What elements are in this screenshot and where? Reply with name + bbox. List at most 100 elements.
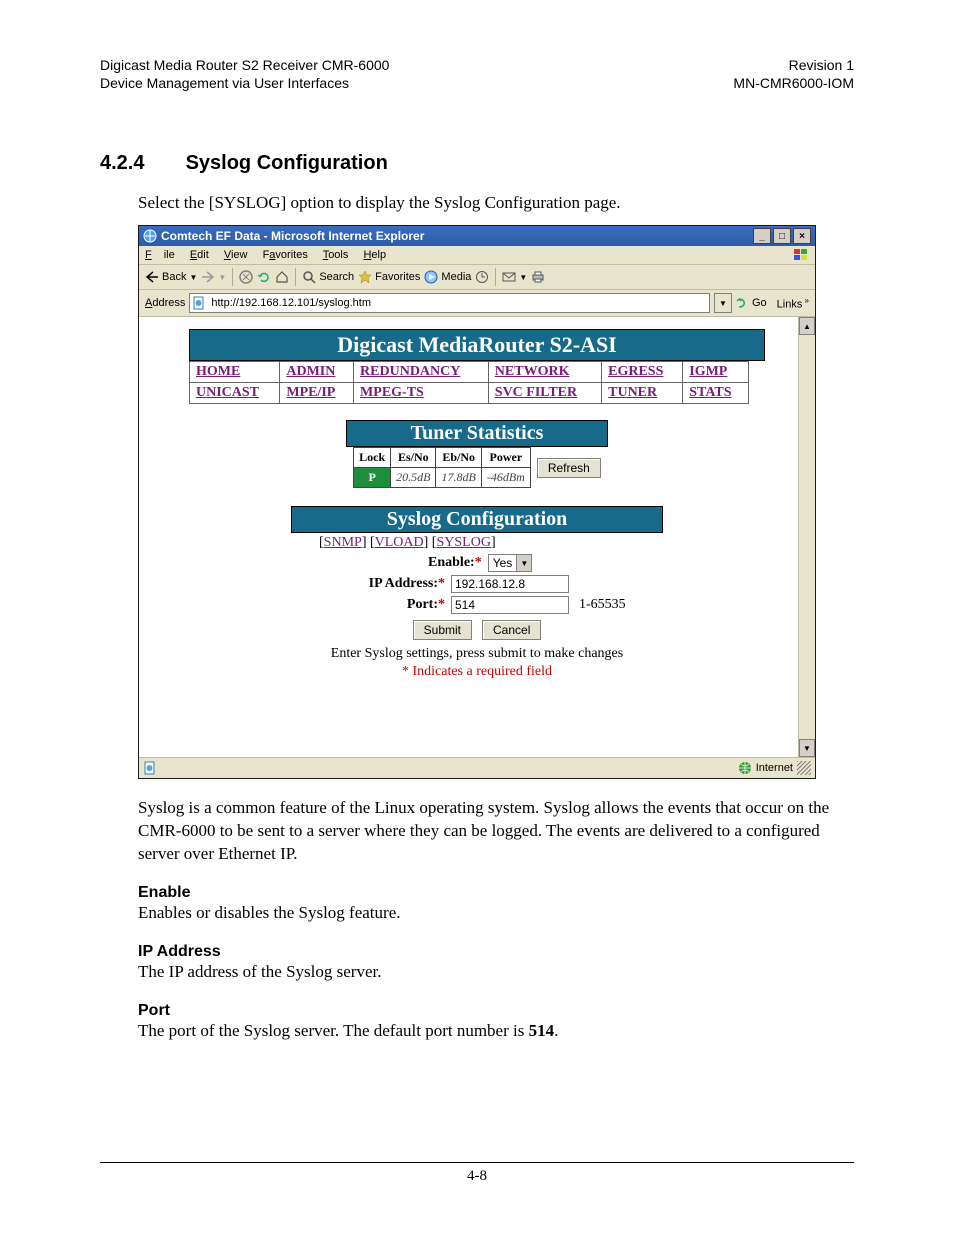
- ip-label: IP Address:*: [285, 576, 445, 592]
- address-input[interactable]: [209, 296, 707, 310]
- submit-button[interactable]: Submit: [413, 620, 472, 640]
- nav-tuner[interactable]: TUNER: [608, 385, 657, 400]
- go-icon: [736, 296, 750, 310]
- maximize-button[interactable]: □: [773, 228, 791, 244]
- nav-mpeip[interactable]: MPE/IP: [286, 385, 335, 400]
- mail-icon: [502, 271, 516, 283]
- col-lock: Lock: [354, 448, 391, 468]
- nav-svcfilter[interactable]: SVC FILTER: [495, 385, 577, 400]
- nav-network[interactable]: NETWORK: [495, 364, 570, 379]
- titlebar: Comtech EF Data - Microsoft Internet Exp…: [139, 226, 815, 246]
- toolbar: Back ▼ ▼ Search: [139, 265, 815, 290]
- scroll-up-icon[interactable]: ▲: [799, 317, 815, 335]
- nav-igmp[interactable]: IGMP: [689, 364, 727, 379]
- webpage-title: Digicast MediaRouter S2-ASI: [189, 329, 765, 361]
- minimize-button[interactable]: _: [753, 228, 771, 244]
- paragraph-ip: The IP address of the Syslog server.: [138, 961, 854, 984]
- menubar: File Edit View Favorites Tools Help: [139, 246, 815, 265]
- chevron-down-icon: ▼: [519, 273, 527, 282]
- col-ebno: Eb/No: [436, 448, 481, 468]
- col-esno: Es/No: [391, 448, 436, 468]
- page-icon: [143, 761, 157, 775]
- forward-button[interactable]: ▼: [201, 271, 226, 283]
- refresh-icon: [257, 270, 271, 284]
- refresh-button[interactable]: [257, 270, 271, 284]
- paragraph-enable: Enables or disables the Syslog feature.: [138, 902, 854, 925]
- heading-ip: IP Address: [138, 943, 854, 961]
- ie-icon: [143, 229, 157, 243]
- search-icon: [302, 270, 316, 284]
- val-esno: 20.5dB: [391, 468, 436, 488]
- nav-mpegts[interactable]: MPEG-TS: [360, 385, 424, 400]
- menu-file[interactable]: File: [145, 249, 175, 261]
- address-input-wrap: [189, 293, 710, 313]
- page-number: 4-8: [0, 1168, 954, 1185]
- header-left: Digicast Media Router S2 Receiver CMR-60…: [100, 56, 389, 92]
- back-button[interactable]: Back ▼: [145, 271, 197, 283]
- enable-label: Enable:*: [322, 555, 482, 571]
- required-note: * Indicates a required field: [139, 664, 815, 680]
- address-bar: Address ▼ Go Links »: [139, 290, 815, 317]
- status-zone: Internet: [756, 762, 793, 774]
- page-header: Digicast Media Router S2 Receiver CMR-60…: [100, 56, 854, 92]
- heading-enable: Enable: [138, 884, 854, 902]
- home-button[interactable]: [275, 270, 289, 284]
- go-button[interactable]: Go: [736, 296, 767, 310]
- link-syslog[interactable]: SYSLOG: [436, 535, 490, 550]
- cancel-button[interactable]: Cancel: [482, 620, 541, 640]
- refresh-button[interactable]: Refresh: [537, 458, 601, 478]
- section-heading: 4.2.4 Syslog Configuration: [100, 152, 854, 175]
- val-power: -46dBm: [481, 468, 530, 488]
- port-hint: 1-65535: [579, 597, 669, 613]
- mail-button[interactable]: ▼: [502, 271, 527, 283]
- footer-rule: [100, 1162, 854, 1163]
- val-lock: P: [354, 468, 391, 488]
- favorites-button[interactable]: Favorites: [358, 270, 420, 284]
- paragraph-port: The port of the Syslog server. The defau…: [138, 1020, 854, 1043]
- media-button[interactable]: Media: [424, 270, 471, 284]
- section-intro: Select the [SYSLOG] option to display th…: [138, 193, 854, 213]
- section-number: 4.2.4: [100, 152, 180, 175]
- val-ebno: 17.8dB: [436, 468, 481, 488]
- menu-favorites[interactable]: Favorites: [263, 249, 308, 261]
- address-dropdown[interactable]: ▼: [714, 293, 732, 313]
- ip-input[interactable]: [451, 575, 569, 593]
- nav-home[interactable]: HOME: [196, 364, 240, 379]
- print-button[interactable]: [531, 270, 545, 284]
- menu-help[interactable]: Help: [363, 249, 386, 261]
- links-label[interactable]: Links »: [777, 296, 809, 311]
- page-icon: [192, 296, 206, 310]
- menu-tools[interactable]: Tools: [323, 249, 349, 261]
- scroll-down-icon[interactable]: ▼: [799, 739, 815, 757]
- col-power: Power: [481, 448, 530, 468]
- windows-flag-icon: [793, 248, 809, 262]
- section-title: Syslog Configuration: [186, 152, 388, 174]
- port-input[interactable]: [451, 596, 569, 614]
- nav-egress[interactable]: EGRESS: [608, 364, 663, 379]
- link-snmp[interactable]: SNMP: [324, 535, 362, 550]
- syslog-sublinks: [SNMP] [VLOAD] [SYSLOG]: [319, 535, 815, 551]
- search-button[interactable]: Search: [302, 270, 354, 284]
- internet-zone-icon: [738, 761, 752, 775]
- enable-select[interactable]: Yes ▼: [488, 554, 533, 572]
- menu-view[interactable]: View: [224, 249, 248, 261]
- window-title: Comtech EF Data - Microsoft Internet Exp…: [161, 229, 424, 243]
- history-button[interactable]: [475, 270, 489, 284]
- resize-grip-icon[interactable]: [797, 761, 811, 775]
- nav-redundancy[interactable]: REDUNDANCY: [360, 364, 460, 379]
- chevron-down-icon: ▼: [218, 273, 226, 282]
- close-button[interactable]: ×: [793, 228, 811, 244]
- nav-unicast[interactable]: UNICAST: [196, 385, 259, 400]
- stop-icon: [239, 270, 253, 284]
- link-vload[interactable]: VLOAD: [375, 535, 424, 550]
- menu-edit[interactable]: Edit: [190, 249, 209, 261]
- stop-button[interactable]: [239, 270, 253, 284]
- history-icon: [475, 270, 489, 284]
- chevron-down-icon: ▼: [189, 273, 197, 282]
- form-instruction: Enter Syslog settings, press submit to m…: [139, 646, 815, 662]
- nav-admin[interactable]: ADMIN: [286, 364, 335, 379]
- nav-table: HOME ADMIN REDUNDANCY NETWORK EGRESS IGM…: [189, 361, 749, 404]
- scrollbar[interactable]: ▲ ▼: [798, 317, 815, 757]
- forward-arrow-icon: [201, 271, 215, 283]
- nav-stats[interactable]: STATS: [689, 385, 731, 400]
